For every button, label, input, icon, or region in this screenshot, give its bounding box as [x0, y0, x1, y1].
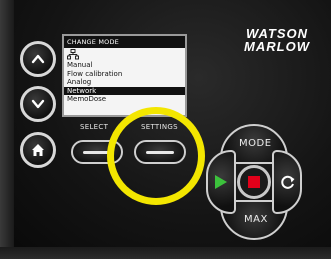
home-button[interactable]: [20, 132, 56, 168]
menu-item-network[interactable]: Network: [64, 86, 185, 95]
mode-label: MODE: [239, 138, 272, 149]
stop-icon: [248, 176, 260, 188]
network-tree-icon: [67, 49, 79, 60]
logo-line-2: MARLOW: [244, 39, 310, 54]
screen-title: CHANGE MODE: [64, 36, 185, 48]
play-icon: [215, 175, 227, 189]
start-button[interactable]: [206, 150, 236, 214]
watson-marlow-logo: WATSON MARLOW: [236, 27, 318, 53]
panel-edge: [0, 0, 14, 259]
menu-item-flow-calibration[interactable]: Flow calibration: [64, 70, 185, 79]
pump-control-cluster: MODE MAX: [206, 122, 328, 240]
rotate-icon: [281, 175, 295, 189]
stop-button[interactable]: [237, 165, 271, 199]
select-softkey-label: SELECT: [80, 123, 109, 131]
menu-item-analog[interactable]: Analog: [64, 78, 185, 87]
panel-bottom-trim: [0, 247, 331, 259]
down-button[interactable]: [20, 86, 56, 122]
chevron-down-icon: [31, 99, 45, 109]
chevron-up-icon: [31, 54, 45, 64]
mode-menu-list: Manual Flow calibration Analog Network M…: [64, 61, 185, 104]
highlight-circle: [107, 107, 205, 205]
menu-item-manual[interactable]: Manual: [64, 61, 185, 70]
max-label: MAX: [244, 214, 268, 225]
direction-button[interactable]: [272, 150, 302, 214]
menu-item-memodose[interactable]: MemoDose: [64, 95, 185, 104]
up-button[interactable]: [20, 41, 56, 77]
lcd-screen: CHANGE MODE Manual Flow calibration Anal…: [62, 34, 187, 117]
home-icon: [32, 144, 44, 156]
